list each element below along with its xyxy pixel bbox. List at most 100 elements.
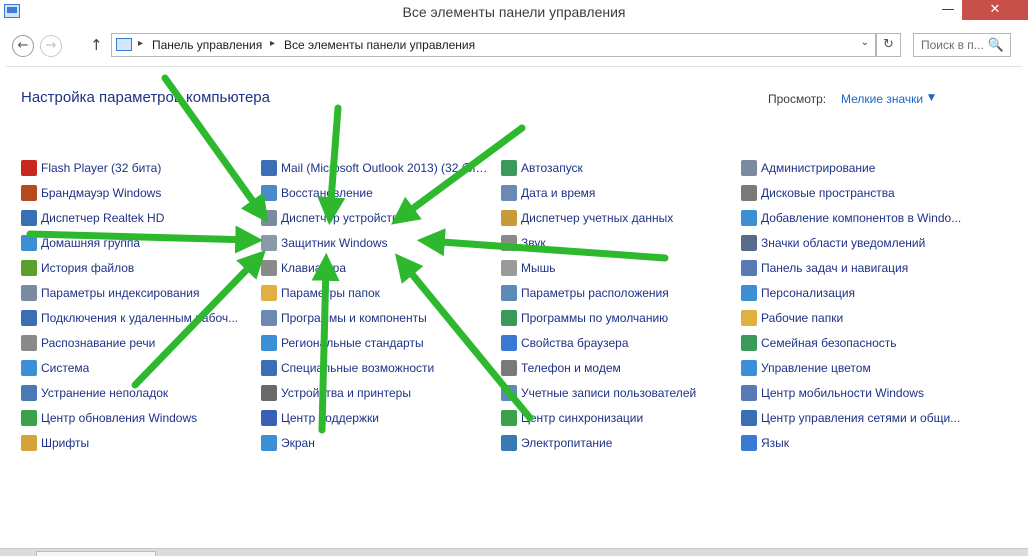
- control-panel-item-label[interactable]: История файлов: [41, 261, 134, 275]
- control-panel-item[interactable]: Центр синхронизации: [501, 405, 731, 430]
- control-panel-item[interactable]: Параметры расположения: [501, 280, 731, 305]
- control-panel-item[interactable]: Телефон и модем: [501, 355, 731, 380]
- control-panel-item-label[interactable]: Домашняя группа: [41, 236, 140, 250]
- control-panel-item-label[interactable]: Свойства браузера: [521, 336, 629, 350]
- control-panel-item-label[interactable]: Рабочие папки: [761, 311, 843, 325]
- control-panel-item[interactable]: Система: [21, 355, 251, 380]
- control-panel-item-label[interactable]: Панель задач и навигация: [761, 261, 908, 275]
- control-panel-item[interactable]: Домашняя группа: [21, 230, 251, 255]
- control-panel-item[interactable]: История файлов: [21, 255, 251, 280]
- control-panel-item-label[interactable]: Диспетчер учетных данных: [521, 211, 673, 225]
- control-panel-item[interactable]: Программы по умолчанию: [501, 305, 731, 330]
- control-panel-item[interactable]: Центр управления сетями и общи...: [741, 405, 971, 430]
- control-panel-item[interactable]: Экран: [261, 430, 491, 455]
- control-panel-item-label[interactable]: Учетные записи пользователей: [521, 386, 696, 400]
- control-panel-item[interactable]: Клавиатура: [261, 255, 491, 280]
- address-bar[interactable]: ▸ Панель управления ▸ Все элементы панел…: [111, 33, 876, 57]
- control-panel-item[interactable]: Параметры папок: [261, 280, 491, 305]
- control-panel-item[interactable]: Программы и компоненты: [261, 305, 491, 330]
- control-panel-item[interactable]: Мышь: [501, 255, 731, 280]
- control-panel-item-label[interactable]: Центр мобильности Windows: [761, 386, 924, 400]
- control-panel-item-label[interactable]: Параметры расположения: [521, 286, 669, 300]
- control-panel-item[interactable]: Дата и время: [501, 180, 731, 205]
- control-panel-item-label[interactable]: Восстановление: [281, 186, 373, 200]
- control-panel-item-label[interactable]: Шрифты: [41, 436, 89, 450]
- control-panel-item[interactable]: Специальные возможности: [261, 355, 491, 380]
- breadcrumb-all-items[interactable]: Все элементы панели управления: [284, 38, 475, 52]
- breadcrumb-separator-icon[interactable]: ▸: [270, 38, 275, 49]
- control-panel-item-label[interactable]: Электропитание: [521, 436, 612, 450]
- taskbar-item[interactable]: [36, 551, 156, 556]
- control-panel-item[interactable]: Добавление компонентов в Windo...: [741, 205, 971, 230]
- breadcrumb-control-panel[interactable]: Панель управления: [152, 38, 262, 52]
- control-panel-item[interactable]: Автозапуск: [501, 155, 731, 180]
- control-panel-item-label[interactable]: Экран: [281, 436, 315, 450]
- control-panel-item-label[interactable]: Параметры индексирования: [41, 286, 199, 300]
- up-button[interactable]: ↑: [90, 36, 103, 54]
- control-panel-item[interactable]: Распознавание речи: [21, 330, 251, 355]
- control-panel-item-label[interactable]: Система: [41, 361, 89, 375]
- control-panel-item[interactable]: Центр мобильности Windows: [741, 380, 971, 405]
- control-panel-item-label[interactable]: Клавиатура: [281, 261, 346, 275]
- breadcrumb-separator-icon[interactable]: ▸: [138, 38, 143, 49]
- control-panel-item-label[interactable]: Дисковые пространства: [761, 186, 895, 200]
- control-panel-item-label[interactable]: Flash Player (32 бита): [41, 161, 161, 175]
- control-panel-item-label[interactable]: Защитник Windows: [281, 236, 388, 250]
- view-by-dropdown[interactable]: Мелкие значки: [841, 92, 923, 106]
- control-panel-item-label[interactable]: Автозапуск: [521, 161, 583, 175]
- control-panel-item[interactable]: Устройства и принтеры: [261, 380, 491, 405]
- control-panel-item[interactable]: Звук: [501, 230, 731, 255]
- control-panel-item-label[interactable]: Значки области уведомлений: [761, 236, 925, 250]
- control-panel-item-label[interactable]: Телефон и модем: [521, 361, 621, 375]
- control-panel-item[interactable]: Параметры индексирования: [21, 280, 251, 305]
- control-panel-item[interactable]: Региональные стандарты: [261, 330, 491, 355]
- control-panel-item-label[interactable]: Диспетчер Realtek HD: [41, 211, 164, 225]
- control-panel-item-label[interactable]: Язык: [761, 436, 789, 450]
- control-panel-item[interactable]: Mail (Microsoft Outlook 2013) (32 бита): [261, 155, 491, 180]
- control-panel-item-label[interactable]: Программы и компоненты: [281, 311, 427, 325]
- control-panel-item[interactable]: Устранение неполадок: [21, 380, 251, 405]
- forward-button[interactable]: →: [40, 35, 62, 57]
- control-panel-item-label[interactable]: Mail (Microsoft Outlook 2013) (32 бита): [281, 161, 491, 175]
- control-panel-item[interactable]: Значки области уведомлений: [741, 230, 971, 255]
- control-panel-item-label[interactable]: Звук: [521, 236, 546, 250]
- control-panel-item-label[interactable]: Управление цветом: [761, 361, 871, 375]
- control-panel-item[interactable]: Семейная безопасность: [741, 330, 971, 355]
- control-panel-item-label[interactable]: Добавление компонентов в Windo...: [761, 211, 961, 225]
- close-button[interactable]: ✕: [962, 0, 1028, 20]
- control-panel-item-label[interactable]: Центр управления сетями и общи...: [761, 411, 960, 425]
- control-panel-item-label[interactable]: Семейная безопасность: [761, 336, 897, 350]
- control-panel-item-label[interactable]: Администрирование: [761, 161, 875, 175]
- control-panel-item[interactable]: Диспетчер учетных данных: [501, 205, 731, 230]
- control-panel-item-label[interactable]: Устранение неполадок: [41, 386, 168, 400]
- control-panel-item-label[interactable]: Программы по умолчанию: [521, 311, 668, 325]
- control-panel-item-label[interactable]: Специальные возможности: [281, 361, 434, 375]
- control-panel-item[interactable]: Дисковые пространства: [741, 180, 971, 205]
- control-panel-item[interactable]: Диспетчер Realtek HD: [21, 205, 251, 230]
- minimize-button[interactable]: —: [934, 0, 962, 20]
- control-panel-item[interactable]: Рабочие папки: [741, 305, 971, 330]
- control-panel-item[interactable]: Учетные записи пользователей: [501, 380, 731, 405]
- control-panel-item[interactable]: Панель задач и навигация: [741, 255, 971, 280]
- control-panel-item[interactable]: Свойства браузера: [501, 330, 731, 355]
- control-panel-item[interactable]: Flash Player (32 бита): [21, 155, 251, 180]
- control-panel-item[interactable]: Брандмауэр Windows: [21, 180, 251, 205]
- control-panel-item-label[interactable]: Центр обновления Windows: [41, 411, 197, 425]
- view-dropdown-arrow-icon[interactable]: ▼: [928, 93, 935, 103]
- address-dropdown-icon[interactable]: ⌄: [861, 37, 869, 48]
- control-panel-item-label[interactable]: Параметры папок: [281, 286, 380, 300]
- back-button[interactable]: ←: [12, 35, 34, 57]
- control-panel-item[interactable]: Центр обновления Windows: [21, 405, 251, 430]
- control-panel-item-label[interactable]: Центр поддержки: [281, 411, 379, 425]
- control-panel-item-label[interactable]: Центр синхронизации: [521, 411, 643, 425]
- control-panel-item[interactable]: Язык: [741, 430, 971, 455]
- control-panel-item[interactable]: Подключения к удаленным рабоч...: [21, 305, 251, 330]
- control-panel-item[interactable]: Управление цветом: [741, 355, 971, 380]
- control-panel-item[interactable]: Шрифты: [21, 430, 251, 455]
- control-panel-item-label[interactable]: Региональные стандарты: [281, 336, 424, 350]
- control-panel-item-label[interactable]: Распознавание речи: [41, 336, 155, 350]
- control-panel-item[interactable]: Восстановление: [261, 180, 491, 205]
- search-icon[interactable]: 🔍: [988, 37, 1004, 53]
- search-input[interactable]: Поиск в п... 🔍: [913, 33, 1011, 57]
- control-panel-item[interactable]: Администрирование: [741, 155, 971, 180]
